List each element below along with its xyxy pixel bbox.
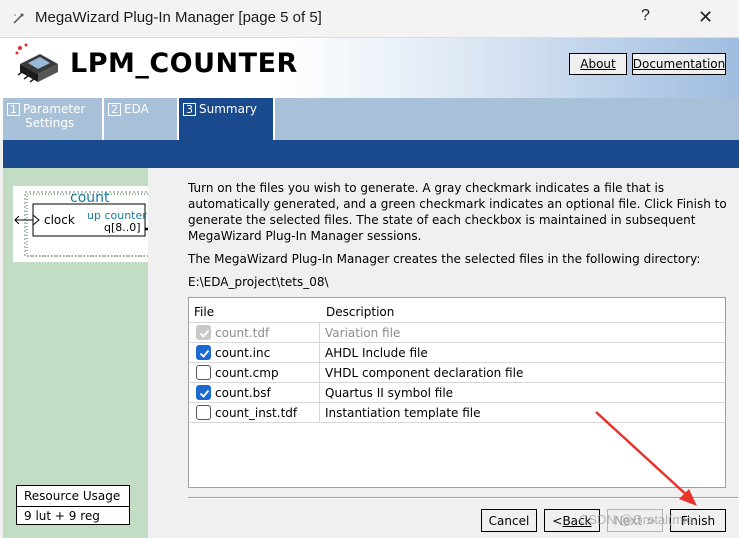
file-checkbox-count-inst-tdf[interactable] — [196, 405, 211, 420]
title-bar: MegaWizard Plug-In Manager [page 5 of 5]… — [0, 0, 739, 38]
file-checkbox-count-inc[interactable] — [196, 345, 211, 360]
table-header: File Description — [189, 298, 725, 323]
file-checkbox-count-bsf[interactable] — [196, 385, 211, 400]
wizard-tabs: 1 Parameter Settings 2 EDA 3 Summary — [0, 98, 739, 140]
help-button[interactable]: ? — [641, 7, 650, 25]
resource-usage-value: 9 lut + 9 reg — [24, 509, 100, 523]
file-name: count.bsf — [215, 386, 271, 400]
file-description: VHDL component declaration file — [325, 366, 524, 380]
watermark: CSDN @Gretal(mie — [579, 512, 694, 527]
wand-icon — [13, 13, 24, 24]
file-name: count_inst.tdf — [215, 406, 298, 420]
tab-eda[interactable]: 2 EDA — [104, 98, 178, 140]
file-checkbox-count-tdf — [196, 325, 211, 340]
table-row: count.cmp VHDL component declaration fil… — [189, 363, 725, 383]
about-button[interactable]: About — [569, 53, 627, 75]
tab-parameter-settings[interactable]: 1 Parameter Settings — [3, 98, 103, 140]
column-header-description: Description — [326, 305, 395, 319]
chip-icon — [15, 43, 58, 83]
output-directory: E:\EDA_project\tets_08\ — [188, 275, 329, 289]
file-description: AHDL Include file — [325, 346, 428, 360]
cancel-button[interactable]: Cancel — [481, 509, 537, 532]
tab-strip-filler — [275, 98, 739, 140]
wizard-header: LPM_COUNTER About Documentation — [0, 38, 739, 98]
directory-intro: The MegaWizard Plug-In Manager creates t… — [188, 252, 701, 266]
file-description: Quartus II symbol file — [325, 386, 454, 400]
file-name: count.tdf — [215, 326, 270, 340]
file-description: Variation file — [325, 326, 401, 340]
tab-summary[interactable]: 3 Summary — [179, 98, 274, 140]
table-row: count_inst.tdf Instantiation template fi… — [189, 403, 725, 423]
table-row: count.bsf Quartus II symbol file — [189, 383, 725, 403]
table-row: count.inc AHDL Include file — [189, 343, 725, 363]
symbol-output-port: q[8..0] — [104, 221, 141, 234]
symbol-input-port: clock — [44, 213, 75, 227]
summary-description: Turn on the files you wish to generate. … — [188, 181, 727, 243]
window-title: MegaWizard Plug-In Manager [page 5 of 5] — [35, 9, 322, 26]
symbol-name: count — [70, 190, 110, 206]
page-title: LPM_COUNTER — [70, 48, 298, 79]
file-description: Instantiation template file — [325, 406, 481, 420]
column-header-file: File — [194, 305, 215, 319]
file-table: File Description count.tdf Variation fil… — [188, 297, 726, 488]
footer-divider — [188, 497, 738, 499]
resource-usage-box: Resource Usage 9 lut + 9 reg — [16, 485, 130, 525]
close-button[interactable]: ✕ — [698, 7, 713, 28]
documentation-button[interactable]: Documentation — [632, 53, 726, 75]
resource-usage-heading: Resource Usage — [17, 486, 129, 507]
file-name: count.cmp — [215, 366, 279, 380]
file-name: count.inc — [215, 346, 271, 360]
tab-underline-bar — [3, 140, 739, 168]
file-checkbox-count-cmp[interactable] — [196, 365, 211, 380]
table-row: count.tdf Variation file — [189, 323, 725, 343]
